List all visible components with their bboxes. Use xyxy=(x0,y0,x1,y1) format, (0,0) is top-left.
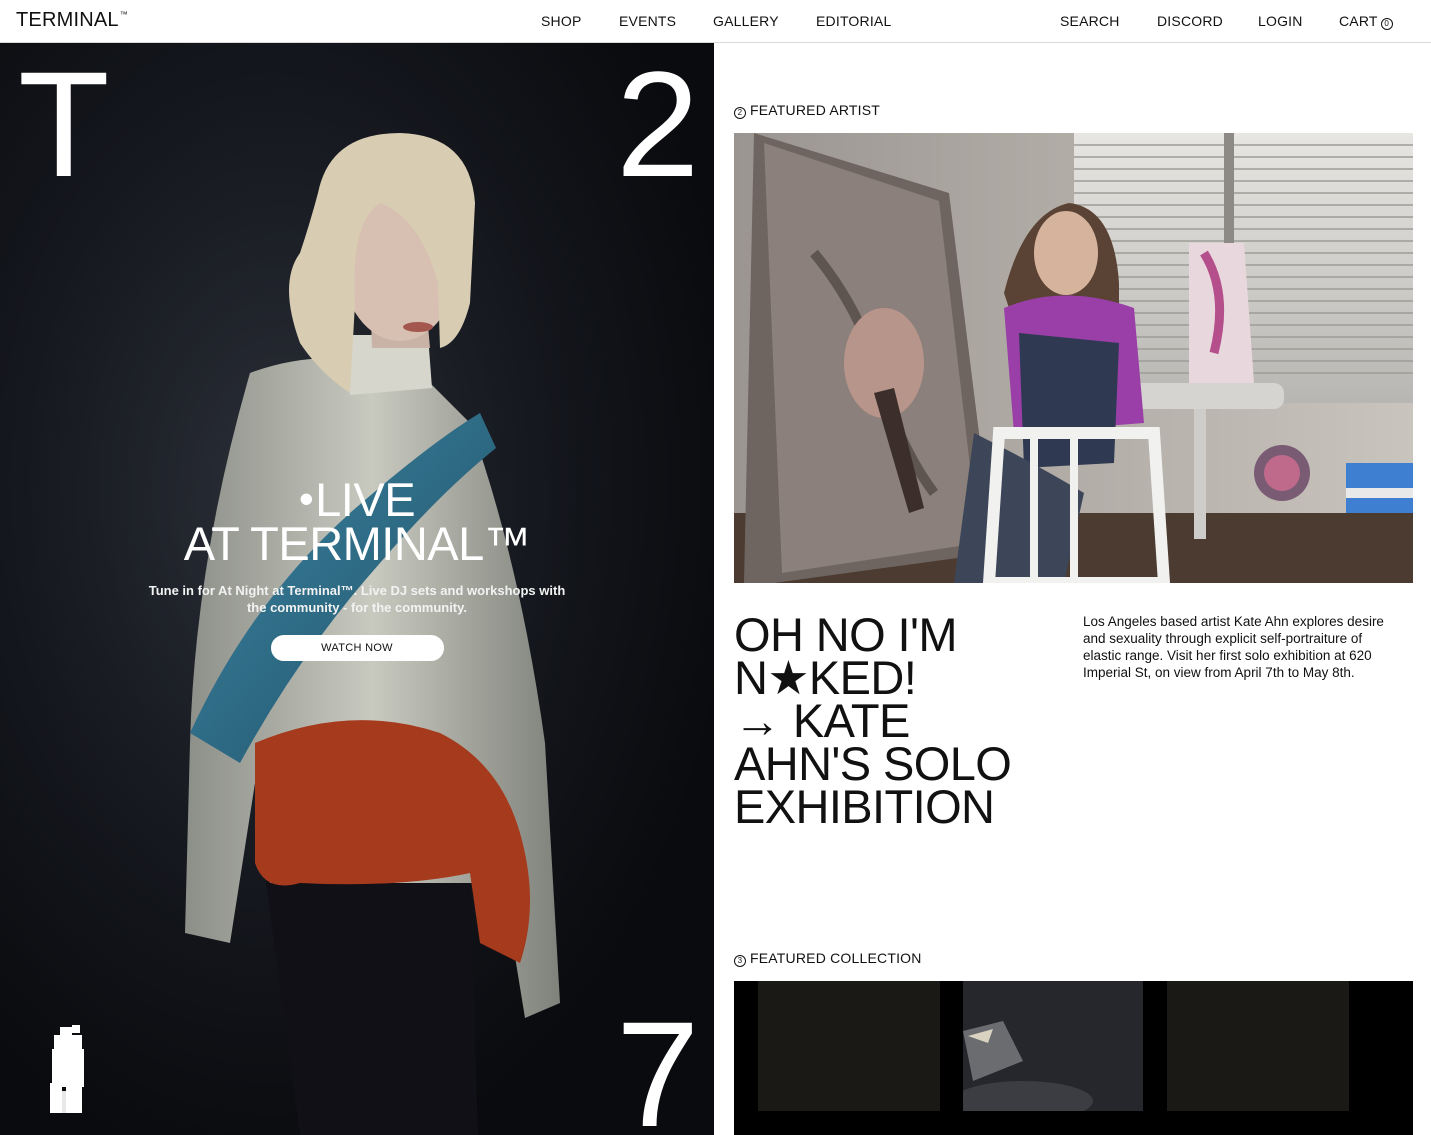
featured-artist-headline[interactable]: OH NO I'M N★KED! → KATE AHN'S SOLO EXHIB… xyxy=(734,608,1054,833)
nav-cart[interactable]: CART 0 xyxy=(1339,13,1393,30)
hero-subtitle: Tune in for At Night at Terminal™. Live … xyxy=(148,583,566,615)
hero-title-line2: AT TERMINAL™ xyxy=(183,517,531,570)
collection-tile[interactable] xyxy=(953,981,1143,1121)
corner-letter-t: T xyxy=(18,43,110,208)
nav-editorial[interactable]: EDITORIAL xyxy=(816,13,891,29)
collection-tile[interactable] xyxy=(1167,981,1349,1111)
featured-artist-label: 2 FEATURED ARTIST xyxy=(734,102,880,119)
section-number-icon: 3 xyxy=(734,955,746,967)
featured-collection-label: 3 FEATURED COLLECTION xyxy=(734,950,922,967)
nav-shop[interactable]: SHOP xyxy=(541,13,581,29)
hero-title: •LIVE AT TERMINAL™ xyxy=(0,475,714,570)
watch-now-button[interactable]: WATCH NOW xyxy=(270,635,444,661)
cart-label: CART xyxy=(1339,13,1378,29)
featured-artist-description: Los Angeles based artist Kate Ahn explor… xyxy=(1083,614,1384,680)
hero-video[interactable]: T 2 7 •LIVE AT TERMINAL™ Tune in for At … xyxy=(0,43,714,1135)
featured-artist-image[interactable] xyxy=(734,133,1413,583)
headline-line: → KATE xyxy=(734,694,910,747)
headline-line: AHN'S SOLO xyxy=(734,737,1012,790)
corner-number-7: 7 xyxy=(616,990,700,1135)
featured-collection-video[interactable] xyxy=(734,981,1413,1135)
section-number-icon: 2 xyxy=(734,107,746,119)
hero-content: •LIVE AT TERMINAL™ Tune in for At Night … xyxy=(0,475,714,661)
corner-number-2: 2 xyxy=(616,43,700,208)
collection-tile-image xyxy=(953,981,1143,1121)
artist-studio-photo xyxy=(734,133,1413,583)
headline-line: OH NO I'M xyxy=(734,608,958,661)
cart-count-badge: 0 xyxy=(1380,18,1393,30)
live-dot-icon: • xyxy=(298,475,314,522)
headline-line: EXHIBITION xyxy=(734,780,995,833)
nav-discord[interactable]: DISCORD xyxy=(1157,13,1223,29)
collection-tile[interactable] xyxy=(758,981,940,1111)
terminal-mascot-icon[interactable] xyxy=(48,1025,88,1115)
nav-search[interactable]: SEARCH xyxy=(1060,13,1120,29)
headline-line: N★KED! xyxy=(734,651,917,704)
nav-events[interactable]: EVENTS xyxy=(619,13,676,29)
top-nav: TERMINAL™ SHOP EVENTS GALLERY EDITORIAL … xyxy=(0,0,1431,43)
nav-login[interactable]: LOGIN xyxy=(1258,13,1303,29)
terminal-logo[interactable]: TERMINAL™ xyxy=(16,9,128,32)
nav-gallery[interactable]: GALLERY xyxy=(713,13,779,29)
